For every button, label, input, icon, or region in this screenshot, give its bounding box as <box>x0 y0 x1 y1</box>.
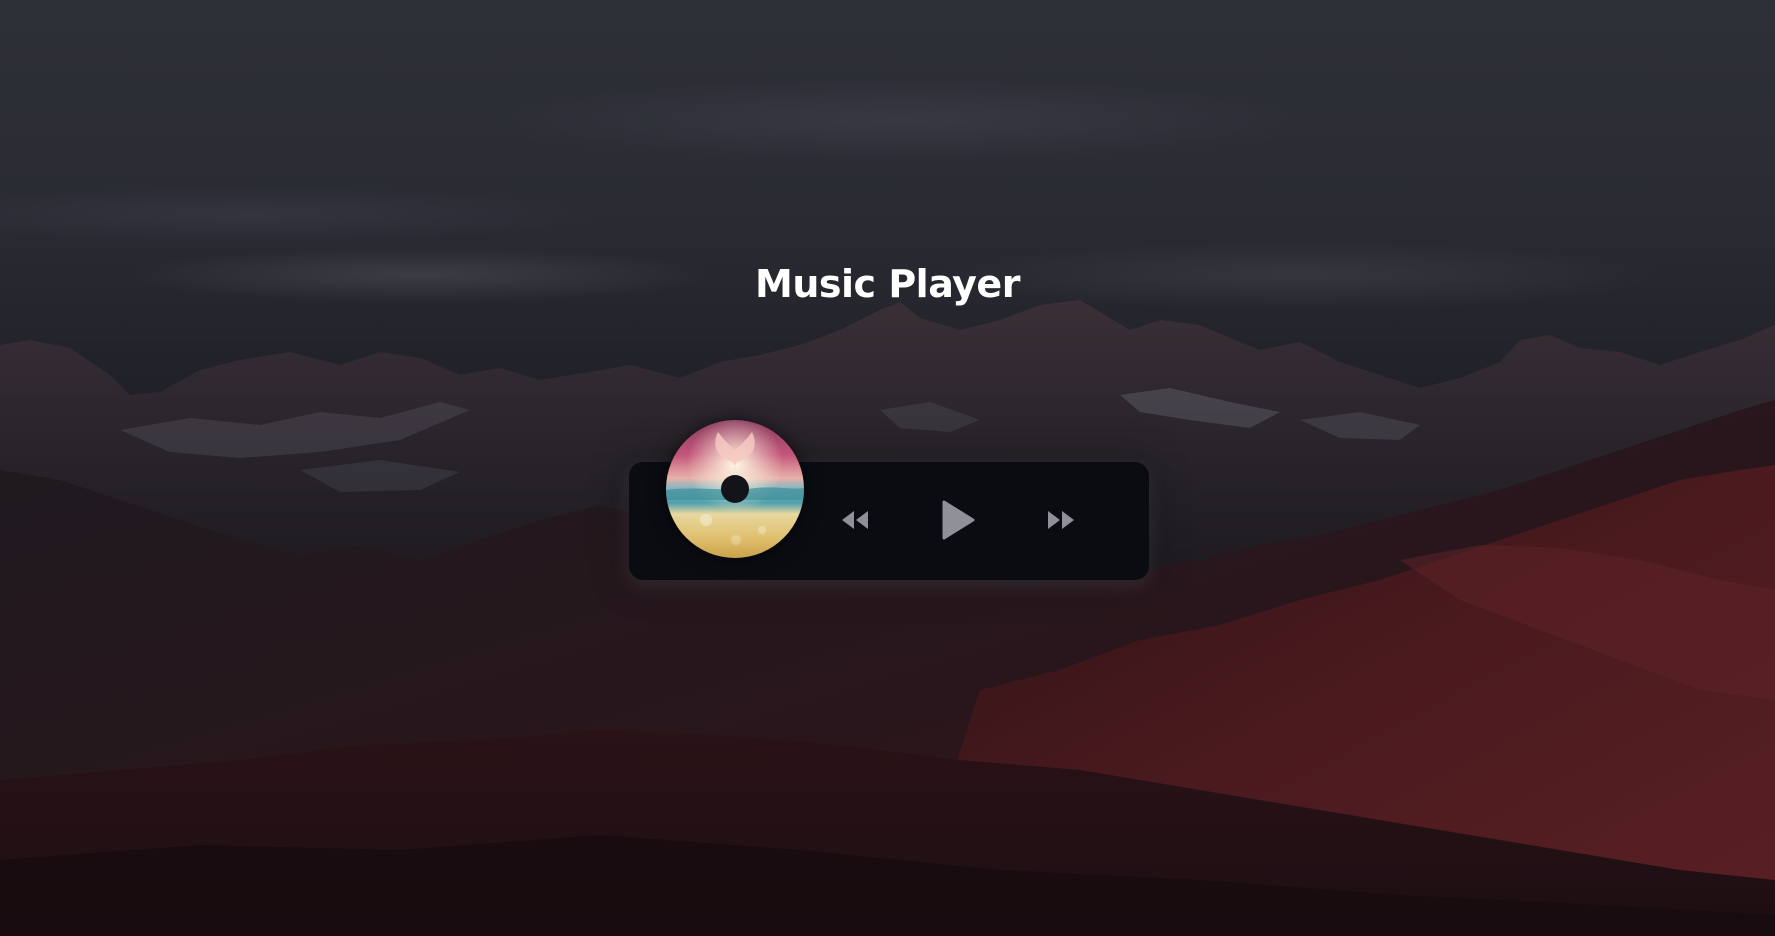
play-icon <box>942 500 975 540</box>
play-button[interactable] <box>936 496 980 544</box>
forward-icon <box>1048 511 1074 529</box>
page-title: Music Player <box>755 262 1020 306</box>
backward-icon <box>842 511 868 529</box>
previous-button[interactable] <box>836 504 874 536</box>
background-scene: Music Player <box>0 0 1775 936</box>
disc-center-hole <box>721 475 749 503</box>
next-button[interactable] <box>1042 504 1080 536</box>
